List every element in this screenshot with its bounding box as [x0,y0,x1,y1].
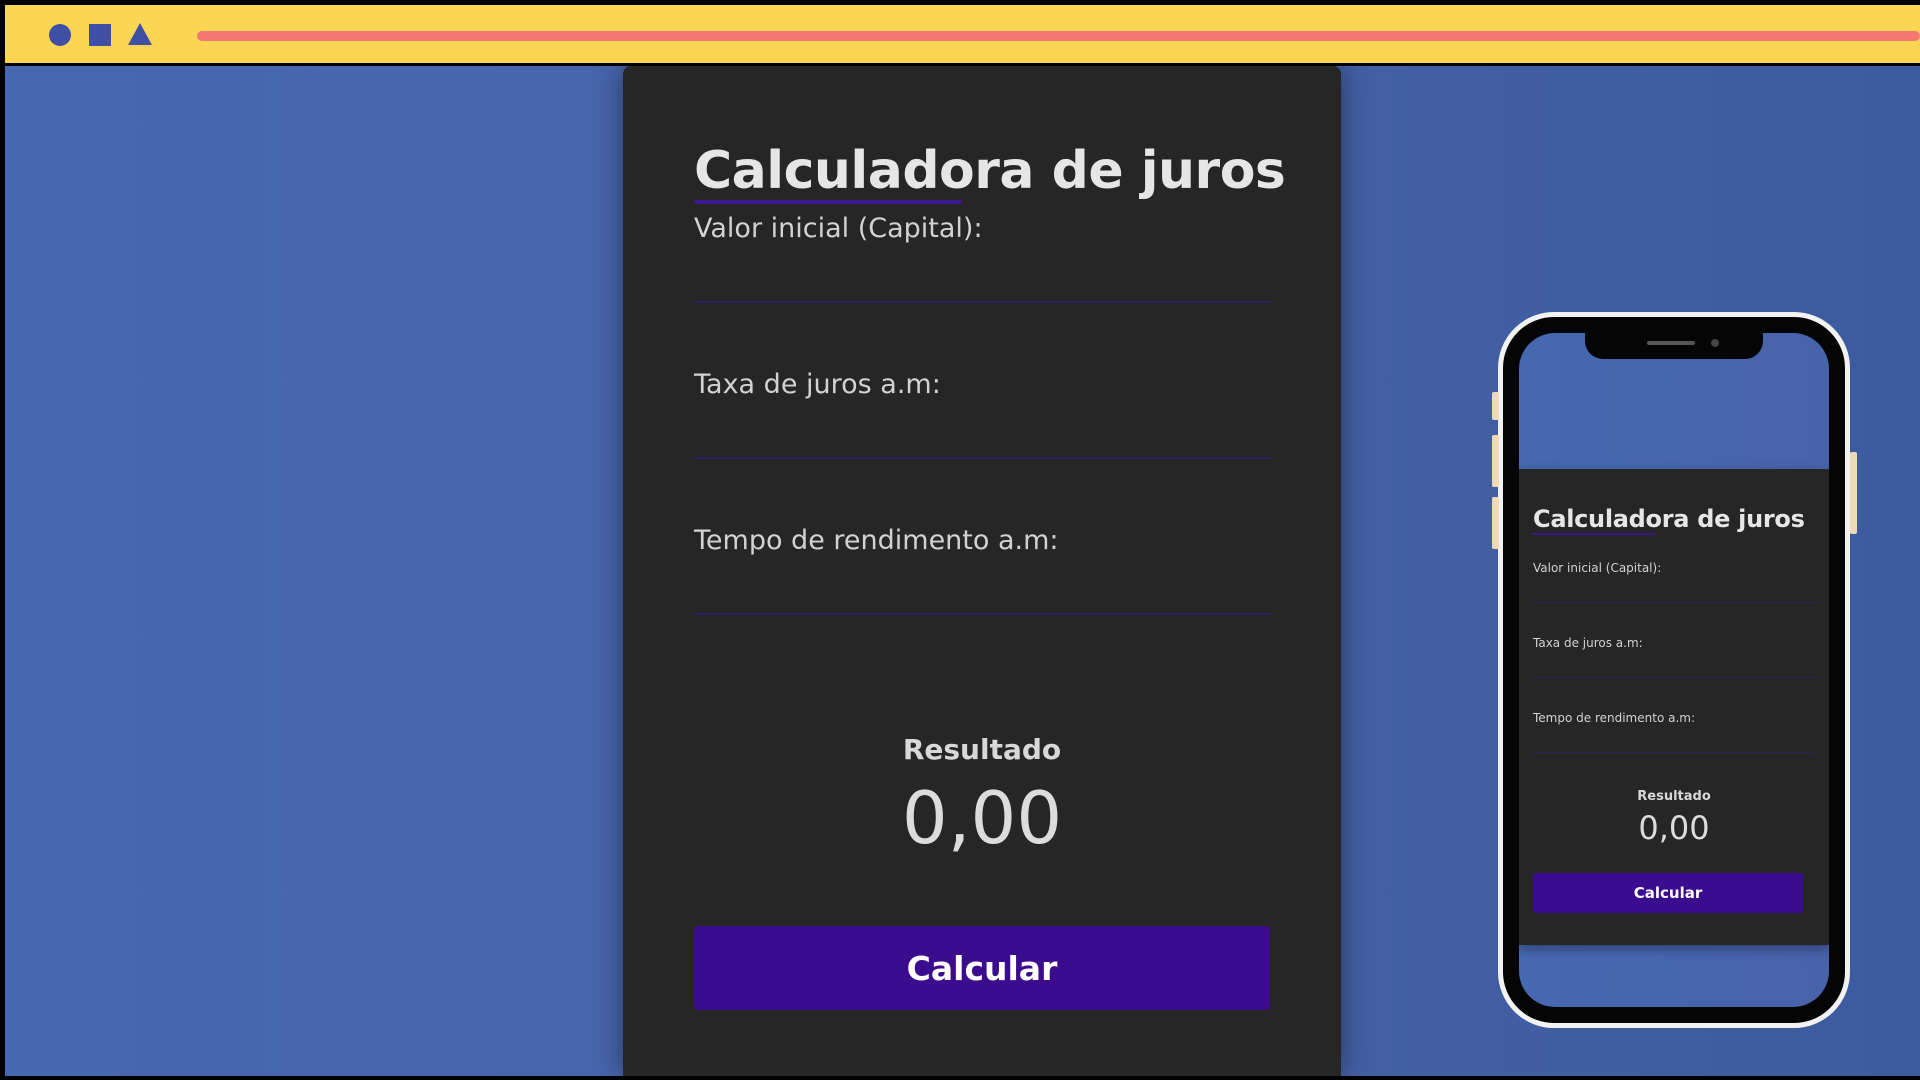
mobile-capital-label: Valor inicial (Capital): [1533,561,1662,575]
page-viewport: Calculadora de juros Valor inicial (Capi… [5,66,1920,1076]
mobile-period-input[interactable] [1533,729,1815,753]
address-bar[interactable] [197,31,1920,41]
phone-mute-switch [1492,392,1499,420]
mobile-page-title: Calculadora de juros [1533,505,1805,533]
mobile-period-label: Tempo de rendimento a.m: [1533,711,1695,725]
speaker-icon [1647,341,1695,345]
mobile-calculator-card: Calculadora de juros Valor inicial (Capi… [1519,469,1829,945]
result-value: 0,00 [901,776,1063,860]
title-underline [694,200,962,204]
interest-rate-input[interactable] [694,407,1270,459]
capital-label: Valor inicial (Capital): [694,213,983,244]
phone-power-button [1850,452,1857,534]
browser-top-bar [5,5,1920,63]
mobile-result-label: Resultado [1637,789,1711,804]
mobile-interest-rate-input[interactable] [1533,654,1815,678]
capital-input[interactable] [694,251,1270,303]
circle-icon [49,24,71,46]
phone-volume-down [1492,497,1499,549]
phone-notch [1585,333,1763,359]
square-icon [89,24,111,46]
calculator-card: Calculadora de juros Valor inicial (Capi… [623,66,1341,1076]
phone-mockup: Calculadora de juros Valor inicial (Capi… [1492,312,1857,1028]
period-input[interactable] [694,563,1270,615]
calculate-button[interactable]: Calcular [694,926,1270,1010]
mobile-capital-input[interactable] [1533,579,1815,603]
triangle-icon [128,23,152,45]
phone-volume-up [1492,435,1499,487]
mobile-interest-rate-label: Taxa de juros a.m: [1533,636,1643,650]
mobile-result-value: 0,00 [1638,809,1710,847]
result-label: Resultado [902,733,1062,766]
page-title: Calculadora de juros [694,141,1286,201]
mobile-title-underline [1533,533,1655,535]
interest-rate-label: Taxa de juros a.m: [694,369,941,400]
mobile-calculate-button[interactable]: Calcular [1533,873,1803,913]
phone-screen: Calculadora de juros Valor inicial (Capi… [1519,333,1829,1007]
period-label: Tempo de rendimento a.m: [694,525,1059,556]
camera-icon [1711,339,1719,347]
